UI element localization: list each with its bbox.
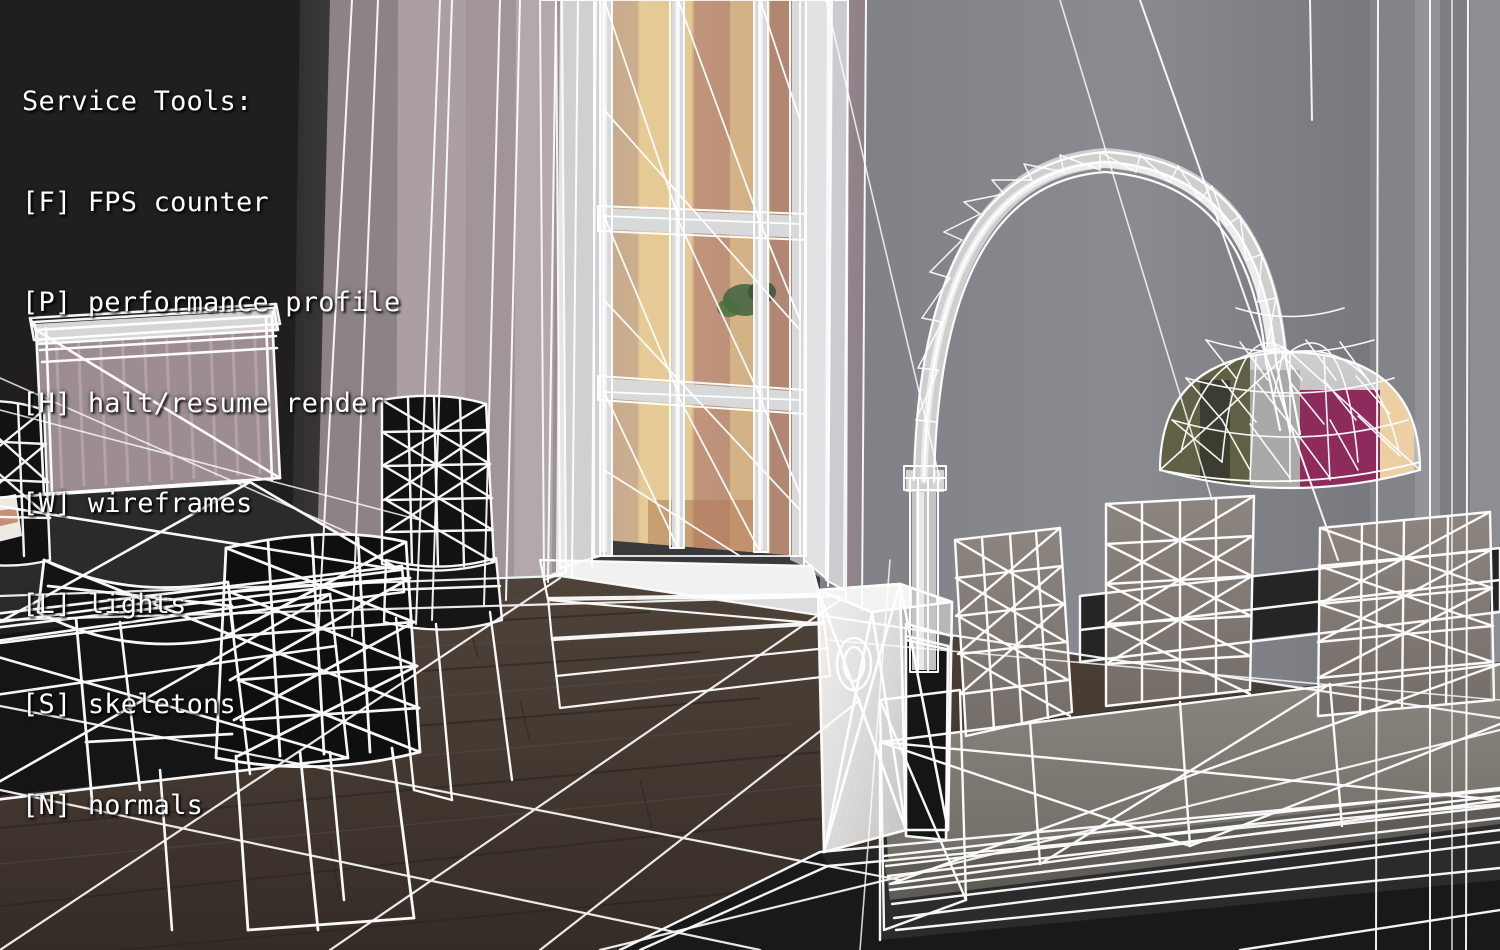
render-viewport[interactable]: Service Tools: [F] FPS counter [P] perfo… — [0, 0, 1500, 950]
wireframe-overlay — [0, 0, 1500, 950]
